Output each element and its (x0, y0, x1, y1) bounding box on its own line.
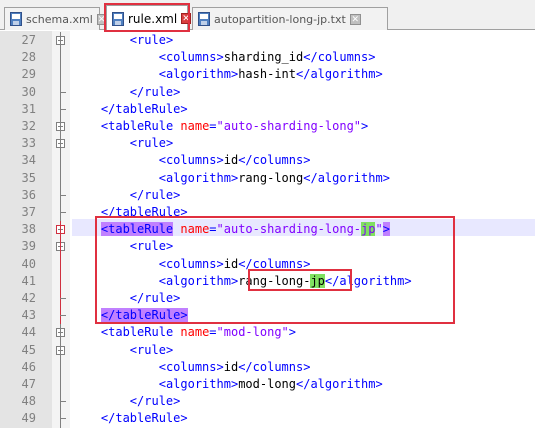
code-text: </rule> (129, 394, 181, 409)
line-number: 48 (21, 394, 36, 409)
code-text: <columns>sharding_id</columns> (158, 50, 376, 65)
line-number: 49 (21, 411, 36, 426)
code-text: <columns>id</columns> (158, 359, 311, 374)
fold-end-marker (60, 315, 66, 317)
fold-end-marker (60, 108, 66, 110)
fold-end-marker (60, 418, 66, 420)
line-number: 41 (21, 273, 36, 288)
line-number: 28 (21, 50, 36, 65)
code-text: </tableRule> (100, 411, 188, 426)
fold-end-marker (60, 298, 66, 299)
code-line[interactable]: 35 <algorithm>rang-long</algorithm> (0, 170, 535, 187)
tab-label: schema.xml (26, 12, 93, 26)
code-line[interactable]: 34 <columns>id</columns> (0, 152, 535, 169)
code-line[interactable]: 33 <rule> (0, 135, 535, 152)
save-file-icon (10, 12, 22, 26)
code-line[interactable]: 31 </tableRule> (0, 101, 535, 118)
code-line[interactable]: 29 <algorithm>hash-int</algorithm> (0, 66, 535, 83)
tab-bar: schema.xml ✕ rule.xml ✕ autopartition-lo… (0, 0, 535, 31)
code-line[interactable]: 30 </rule> (0, 84, 535, 101)
code-text: <rule> (129, 136, 174, 151)
highlight-box-algorithm-value (248, 269, 352, 291)
line-number: 36 (21, 187, 36, 202)
code-text: <tableRule name="auto-sharding-long"> (100, 119, 369, 133)
code-text: <algorithm>mod-long</algorithm> (158, 377, 383, 391)
code-line[interactable]: 46 <columns>id</columns> (0, 359, 535, 376)
save-file-icon (198, 12, 210, 26)
code-text: </rule> (129, 84, 181, 99)
fold-line (60, 324, 61, 428)
line-number: 38 (21, 222, 36, 237)
code-line[interactable]: 45 <rule> (0, 342, 535, 359)
active-tab-highlight (104, 3, 190, 32)
code-text: <rule> (129, 33, 174, 47)
code-line[interactable]: 48 </rule> (0, 393, 535, 410)
code-text: <algorithm>hash-int</algorithm> (158, 67, 383, 82)
code-line[interactable]: 28 <columns>sharding_id</columns> (0, 49, 535, 66)
code-text: </rule> (129, 187, 181, 202)
line-number: 39 (21, 239, 36, 254)
fold-line (60, 32, 61, 222)
code-line[interactable]: 36 </rule> (0, 187, 535, 204)
code-text: <columns>id</columns> (158, 153, 311, 168)
line-number: 30 (21, 84, 36, 99)
code-text: <algorithm>rang-long</algorithm> (158, 170, 390, 185)
code-text: <rule> (129, 342, 174, 357)
tab-label: autopartition-long-jp.txt (214, 12, 346, 26)
line-number: 47 (21, 377, 36, 391)
line-number: 43 (21, 308, 36, 323)
line-number: 31 (21, 101, 36, 116)
line-number: 46 (21, 359, 36, 374)
tab-autopartition-long-jp[interactable]: autopartition-long-jp.txt ✕ (192, 7, 388, 30)
code-line[interactable]: 32 <tableRule name="auto-sharding-long"> (0, 118, 535, 135)
fold-end-marker (60, 401, 66, 403)
code-line[interactable]: 27 <rule> (0, 32, 535, 49)
fold-end-marker (60, 194, 66, 196)
code-line[interactable]: 49 </tableRule> (0, 410, 535, 427)
line-number: 32 (21, 119, 36, 133)
line-number: 45 (21, 342, 36, 357)
line-number: 27 (21, 33, 36, 47)
line-number: 42 (21, 291, 36, 305)
line-number: 33 (21, 136, 36, 151)
fold-line (60, 221, 61, 325)
close-icon[interactable]: ✕ (349, 13, 361, 25)
line-number: 40 (21, 256, 36, 271)
tab-schema-xml[interactable]: schema.xml ✕ (4, 7, 107, 30)
line-number: 44 (21, 325, 36, 340)
code-text: <tableRule name="mod-long"> (100, 325, 297, 340)
fold-end-marker (60, 91, 66, 93)
code-line[interactable]: 44 <tableRule name="mod-long"> (0, 324, 535, 341)
fold-end-marker (60, 212, 66, 213)
line-number: 29 (21, 67, 36, 82)
line-number: 35 (21, 170, 36, 185)
code-text: </tableRule> (100, 101, 188, 116)
line-number: 34 (21, 153, 36, 168)
code-line[interactable]: 47 <algorithm>mod-long</algorithm> (0, 376, 535, 393)
line-number: 37 (21, 205, 36, 219)
